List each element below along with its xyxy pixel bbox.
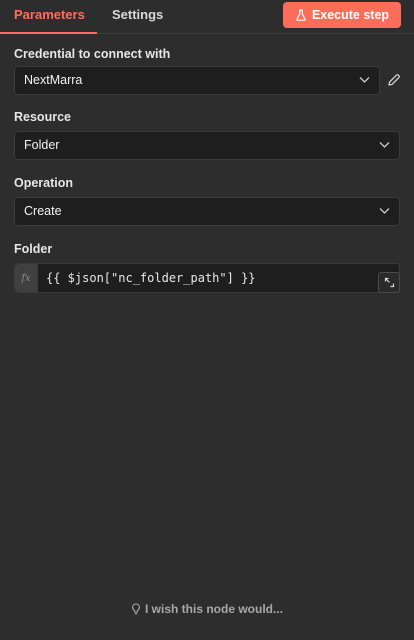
chevron-down-icon bbox=[359, 76, 370, 84]
pencil-icon[interactable] bbox=[386, 72, 402, 88]
node-parameters-panel: Parameters Settings Execute step Credent… bbox=[0, 0, 414, 640]
chevron-down-icon bbox=[379, 141, 390, 149]
folder-label: Folder bbox=[14, 242, 53, 256]
operation-label: Operation bbox=[14, 176, 74, 190]
credential-value: NextMarra bbox=[24, 73, 83, 87]
folder-expression-input[interactable]: fx {{ $json["nc_folder_path"] }} bbox=[14, 263, 400, 293]
chevron-down-icon bbox=[379, 207, 390, 215]
execute-step-button[interactable]: Execute step bbox=[283, 2, 401, 28]
operation-select[interactable]: Create bbox=[14, 197, 400, 226]
credential-label: Credential to connect with bbox=[14, 47, 171, 61]
wish-feedback-link[interactable]: I wish this node would... bbox=[0, 602, 414, 616]
resource-value: Folder bbox=[24, 138, 60, 152]
fx-icon: fx bbox=[15, 264, 38, 292]
resource-label: Resource bbox=[14, 110, 71, 124]
operation-value: Create bbox=[24, 204, 62, 218]
folder-expression-value[interactable]: {{ $json["nc_folder_path"] }} bbox=[46, 264, 256, 292]
tab-settings[interactable]: Settings bbox=[112, 0, 163, 34]
tab-parameters[interactable]: Parameters bbox=[0, 0, 97, 34]
panel-header: Parameters Settings Execute step bbox=[0, 0, 414, 34]
execute-step-label: Execute step bbox=[311, 8, 390, 22]
wish-label: I wish this node would... bbox=[145, 602, 283, 616]
expand-expression-button[interactable] bbox=[378, 272, 400, 293]
credential-select[interactable]: NextMarra bbox=[14, 66, 380, 95]
flask-icon bbox=[295, 9, 307, 21]
resource-select[interactable]: Folder bbox=[14, 131, 400, 160]
lightbulb-icon bbox=[131, 603, 141, 615]
expand-icon bbox=[384, 277, 395, 288]
